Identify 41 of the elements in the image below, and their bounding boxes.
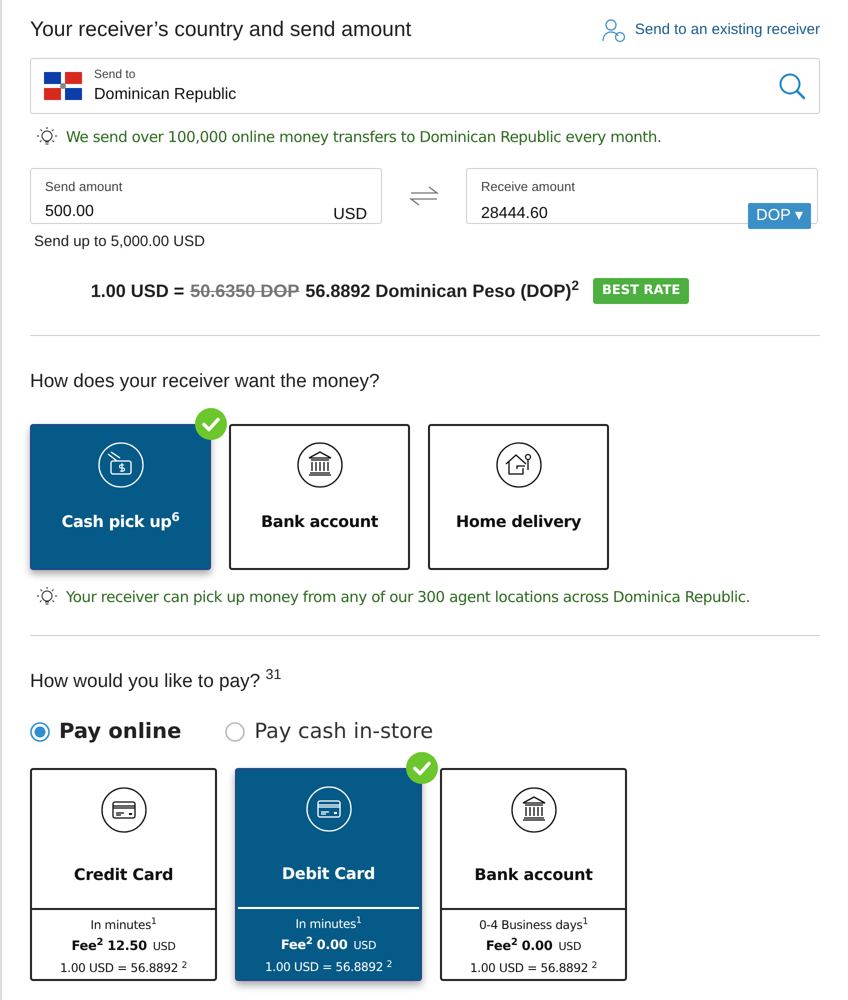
radio-label[interactable]: Pay online bbox=[59, 716, 182, 748]
send-amount-field[interactable]: Send amount 500.00 USD bbox=[30, 168, 382, 224]
bank-icon bbox=[510, 786, 556, 832]
search-icon[interactable] bbox=[778, 72, 806, 100]
card-icon bbox=[100, 786, 146, 832]
check-badge-icon bbox=[195, 408, 227, 440]
hint-text: We send over 100,000 online money transfers to Dominican Republic every month. bbox=[66, 126, 662, 148]
swap-icon[interactable] bbox=[409, 185, 439, 207]
delivery-option-card[interactable]: Home delivery bbox=[428, 424, 609, 570]
old-rate: 50.6350 DOP bbox=[190, 280, 300, 302]
radio-label[interactable]: Pay cash in-store bbox=[254, 716, 434, 748]
currency-label: USD bbox=[333, 204, 367, 224]
payment-option-card[interactable]: Debit Card In minutes$^{1}$ Fee$^{2}$ 0.00 USD 1.00 USD = 56.8892 $^{2}$ bbox=[235, 768, 422, 980]
existing-receiver-link[interactable]: Send to an existing receiver bbox=[600, 16, 820, 43]
radio-button[interactable] bbox=[30, 722, 50, 742]
delivery-option-card[interactable]: Bank account bbox=[229, 424, 410, 570]
currency-dropdown[interactable]: DOP ▾ bbox=[748, 202, 811, 228]
amount-value: 500.00 bbox=[45, 202, 94, 222]
rate-base: 1.00 USD = bbox=[90, 280, 184, 302]
check-badge-icon bbox=[406, 752, 438, 784]
country-value: Dominican Republic bbox=[94, 84, 236, 104]
card-icon bbox=[306, 786, 352, 832]
best-rate-badge: BEST RATE bbox=[592, 278, 690, 304]
amount-value: 28444.60 bbox=[481, 204, 548, 224]
payment-option-card[interactable]: Bank account 0-4 Business days$^{1}$ Fee$^{2}$ 0.00 USD 1.00 USD = 56.8892 $^{2}$ bbox=[440, 768, 627, 980]
new-rate: 56.8892 Dominican Peso (DOP)$^{2}$ bbox=[305, 278, 579, 303]
cash-hand-icon bbox=[98, 442, 144, 488]
radio-button[interactable] bbox=[225, 722, 246, 742]
flag-icon bbox=[44, 72, 82, 100]
field-label: Send to bbox=[94, 66, 136, 82]
payment-option-card[interactable]: Credit Card In minutes$^{1}$ Fee$^{2}$ 12.50 USD 1.00 USD = 56.8892 $^{2}$ bbox=[30, 768, 217, 980]
field-label: Receive amount bbox=[481, 178, 575, 196]
field-label: Send amount bbox=[45, 178, 122, 196]
limit-text: Send up to 5,000.00 USD bbox=[34, 232, 206, 252]
country-field[interactable]: Send to Dominican Republic bbox=[30, 58, 820, 114]
hint-text: Your receiver can pick up money from any of our 300 agent locations across Dominica Republic. bbox=[66, 587, 750, 608]
section-title: Your receiver’s country and send amount bbox=[30, 17, 412, 43]
delivery-option-card[interactable]: Cash pick up$^{6}$ bbox=[30, 424, 211, 570]
section-heading: How would you like to pay? $^{31}$ bbox=[30, 668, 282, 694]
section-heading: How does your receiver want the money? bbox=[30, 370, 381, 394]
bank-icon bbox=[296, 442, 342, 488]
